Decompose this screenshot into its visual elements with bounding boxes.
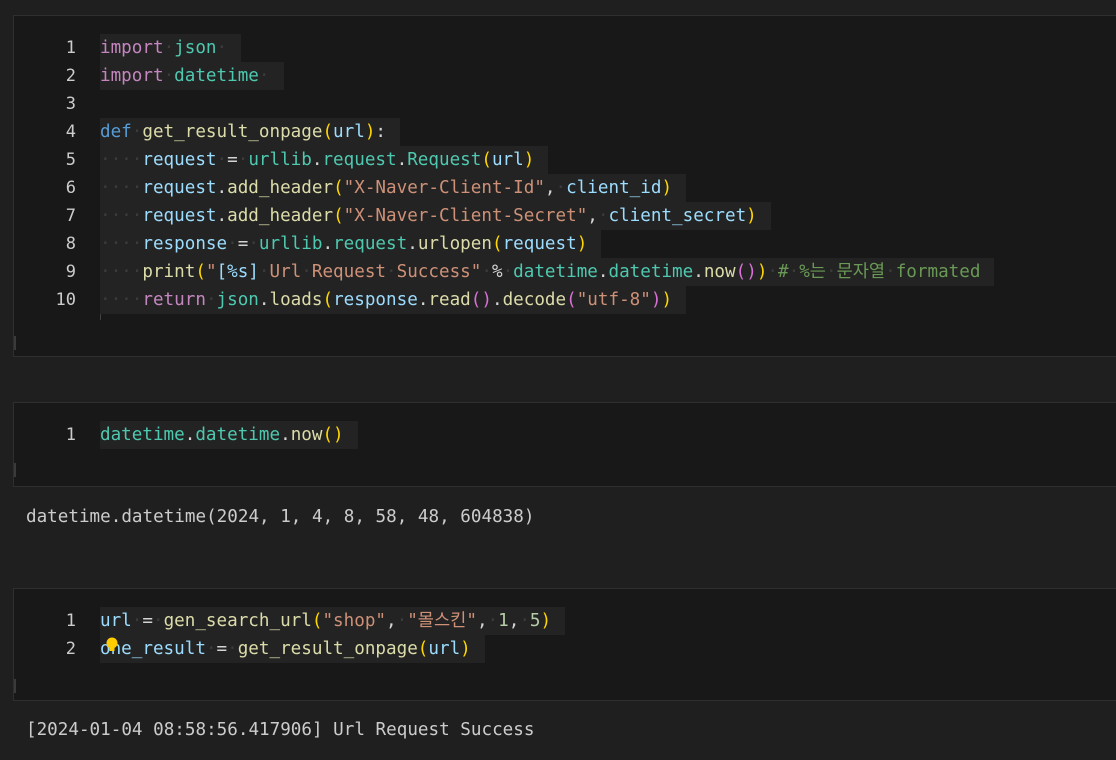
code-text[interactable]: datetime.datetime.now() bbox=[100, 421, 358, 449]
code-text[interactable]: ····return·json.loads(response.read().de… bbox=[100, 286, 687, 314]
line-number: 8 bbox=[65, 234, 76, 254]
code-text[interactable]: def·get_result_onpage(url): bbox=[100, 118, 401, 146]
line-number: 4 bbox=[65, 122, 76, 142]
code-line[interactable]: 5 ····request·=·urllib.request.Request(u… bbox=[14, 146, 1116, 174]
code-text[interactable]: ····print("[%s]·Url·Request·Success"·%·d… bbox=[100, 258, 995, 286]
code-text[interactable]: one_result·=·get_result_onpage(url) bbox=[100, 635, 485, 663]
line-number: 2 bbox=[65, 639, 76, 659]
code-cell-3[interactable]: 1 url·=·gen_search_url("shop",·"몰스킨",·1,… bbox=[13, 588, 1116, 701]
code-line[interactable]: 2 one_result·=·get_result_onpage(url) bbox=[14, 635, 1116, 663]
code-cell-1[interactable]: 1 import·json· 2 import·datetime· 3 4 de… bbox=[13, 15, 1116, 357]
code-cell-2[interactable]: 1 datetime.datetime.now() bbox=[13, 402, 1116, 487]
cell-output: datetime.datetime(2024, 1, 4, 8, 58, 48,… bbox=[26, 507, 535, 527]
cell-gutter-marker bbox=[14, 336, 16, 350]
code-line[interactable]: 2 import·datetime· bbox=[14, 62, 1116, 90]
code-line[interactable]: 10 ····return·json.loads(response.read()… bbox=[14, 286, 1116, 314]
code-line[interactable]: 1 url·=·gen_search_url("shop",·"몰스킨",·1,… bbox=[14, 607, 1116, 635]
line-number: 9 bbox=[65, 262, 76, 282]
cell-gutter-marker bbox=[14, 463, 16, 477]
line-number: 1 bbox=[65, 611, 76, 631]
code-text[interactable]: import·datetime· bbox=[100, 62, 284, 90]
line-number: 1 bbox=[65, 38, 76, 58]
code-line[interactable]: 7 ····request.add_header("X-Naver-Client… bbox=[14, 202, 1116, 230]
code-line[interactable]: 9 ····print("[%s]·Url·Request·Success"·%… bbox=[14, 258, 1116, 286]
code-text[interactable]: import·json· bbox=[100, 34, 242, 62]
code-text[interactable]: ····response·=·urllib.request.urlopen(re… bbox=[100, 230, 602, 258]
code-line[interactable]: 8 ····response·=·urllib.request.urlopen(… bbox=[14, 230, 1116, 258]
line-number: 10 bbox=[55, 290, 76, 310]
code-line[interactable]: 1 import·json· bbox=[14, 34, 1116, 62]
cell-gutter-marker bbox=[14, 679, 16, 693]
code-line[interactable]: 4 def·get_result_onpage(url): bbox=[14, 118, 1116, 146]
lightbulb-icon[interactable] bbox=[106, 637, 118, 653]
line-number: 5 bbox=[65, 150, 76, 170]
code-line[interactable]: 1 datetime.datetime.now() bbox=[14, 421, 1116, 449]
code-text[interactable]: ····request.add_header("X-Naver-Client-S… bbox=[100, 202, 771, 230]
code-text[interactable]: ····request.add_header("X-Naver-Client-I… bbox=[100, 174, 687, 202]
line-number: 3 bbox=[65, 94, 76, 114]
line-number: 1 bbox=[65, 425, 76, 445]
cell-output: [2024-01-04 08:58:56.417906] Url Request… bbox=[26, 720, 535, 740]
code-line[interactable]: 6 ····request.add_header("X-Naver-Client… bbox=[14, 174, 1116, 202]
code-text[interactable]: ····request·=·urllib.request.Request(url… bbox=[100, 146, 549, 174]
line-number: 6 bbox=[65, 178, 76, 198]
line-number: 2 bbox=[65, 66, 76, 86]
code-line[interactable]: 3 bbox=[14, 90, 1116, 118]
code-text[interactable]: url·=·gen_search_url("shop",·"몰스킨",·1,·5… bbox=[100, 607, 566, 635]
line-number: 7 bbox=[65, 206, 76, 226]
